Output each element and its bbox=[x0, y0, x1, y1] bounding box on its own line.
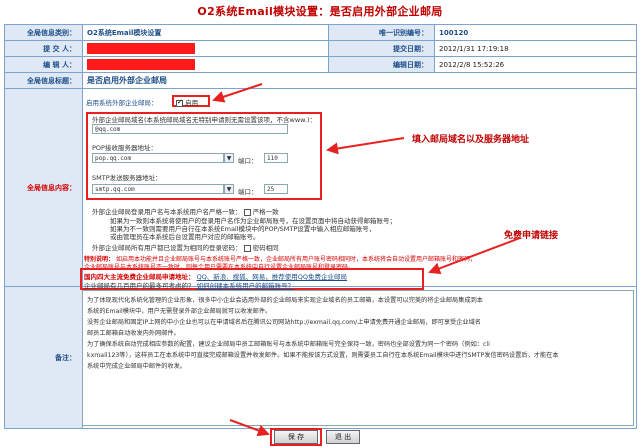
submit-date-label: 提交日期： bbox=[328, 40, 435, 57]
editor-label: 编 辑 人： bbox=[4, 56, 83, 73]
smtp-port-input[interactable]: 25 bbox=[264, 184, 288, 194]
pop-port-label: 端口： bbox=[238, 157, 258, 165]
smtp-server-input[interactable]: smtp.qq.com bbox=[92, 184, 224, 194]
redacted-bar bbox=[87, 43, 195, 54]
page-title: O2系统Email模块设置：是否启用外部企业邮局 bbox=[197, 5, 443, 18]
free-apply-link2[interactable]: 如何创建本系统用户的邮箱账号？ bbox=[197, 282, 295, 290]
login-note-3: 或由管理员在本系统后台设置用户对应的邮箱账号。 bbox=[110, 233, 260, 241]
remark-label: 备注： bbox=[4, 286, 83, 429]
enable-checkbox-text: 启用 bbox=[185, 99, 199, 107]
edit-date-label: 编辑日期： bbox=[328, 56, 435, 73]
content-label: 全局信息内容： bbox=[4, 88, 83, 287]
pop-port-input[interactable]: 110 bbox=[264, 153, 288, 163]
save-button[interactable]: 保 存 bbox=[274, 430, 318, 444]
free-apply-annotation: 免费申请链接 bbox=[504, 231, 559, 241]
enable-label: 启用系统外部企业邮局： bbox=[86, 99, 158, 107]
enable-checkbox[interactable] bbox=[176, 98, 183, 107]
enable-option[interactable]: 启用 bbox=[176, 97, 198, 107]
pop-server-input[interactable]: pop.qq.com bbox=[92, 153, 224, 163]
smtp-label: SMTP发送服务器地址： bbox=[92, 174, 162, 182]
submitter-value bbox=[82, 40, 329, 57]
remark-line-6: kxmail123等），这样员工在本系统中可直接完成邮箱设置并收发邮件。如果不能… bbox=[87, 352, 559, 359]
remark-textarea[interactable]: 为了体现现代化系统化管理的企业形象，很多中小企业会选用外部的企业邮局来实现企业域… bbox=[82, 290, 634, 426]
global-title-label: 全局信息标题： bbox=[4, 72, 83, 89]
smtp-dropdown-icon[interactable]: ▼ bbox=[224, 184, 234, 194]
submitter-label: 提 交 人： bbox=[4, 40, 83, 57]
submit-date-value: 2012/1/31 17:19:18 bbox=[434, 40, 637, 57]
editor-value bbox=[82, 56, 329, 73]
id-value: 100120 bbox=[434, 24, 637, 41]
id-label: 唯一识别编号： bbox=[328, 24, 435, 41]
remark-line-4: 邮员工邮箱自动收发内外网邮件。 bbox=[87, 330, 180, 337]
exit-button[interactable]: 退 出 bbox=[326, 430, 360, 444]
category-label: 全局信息类别： bbox=[4, 24, 83, 41]
domain-hint: 外部企业邮局域名(本系统邮局域名无特别申请则无需设置该项，不含www.)： bbox=[92, 116, 316, 124]
pop-dropdown-icon[interactable]: ▼ bbox=[224, 153, 234, 163]
domain-input[interactable]: @qq.com bbox=[92, 124, 288, 134]
free-apply-row-2: 企业邮局有几百用户的最多可考虑的？ 如何创建本系统用户的邮箱账号？ bbox=[84, 282, 295, 290]
redacted-bar bbox=[87, 59, 195, 70]
remark-line-7: 系统中完成企业邮局中邮件的收发。 bbox=[87, 363, 186, 370]
smtp-port-label: 端口： bbox=[238, 188, 258, 196]
domain-server-annotation: 填入邮局域名以及服务器地址 bbox=[412, 135, 530, 145]
remark-line-1: 为了体现现代化系统化管理的企业形象，很多中小企业会选用外部的企业邮局来实现企业域… bbox=[87, 297, 483, 304]
category-value: O2系统Email模块设置 bbox=[82, 24, 329, 41]
password-checkbox[interactable] bbox=[243, 244, 251, 252]
remark-line-5: 为了确保系统自动完成相应参数的配置，建议企业邮局中员工邮箱账号与本系统中邮箱账号… bbox=[87, 341, 490, 348]
global-title-value: 是否启用外部企业邮局 bbox=[82, 72, 637, 89]
pop-label: POP接收服务器地址： bbox=[92, 144, 157, 152]
edit-date-value: 2012/2/8 15:52:26 bbox=[434, 56, 637, 73]
password-label: 外部企业邮局所有用户都已设置为相同的登录密码： 密码相同 bbox=[92, 244, 279, 252]
remark-line-2: 系统的Email模块中，用户无需登录外部企业邮局就可以收发邮件。 bbox=[87, 308, 272, 315]
remark-line-3: 没有企业邮局和固定IP上网的中小企业也可以在申请域名后在腾讯公司网站http:/… bbox=[87, 319, 481, 326]
